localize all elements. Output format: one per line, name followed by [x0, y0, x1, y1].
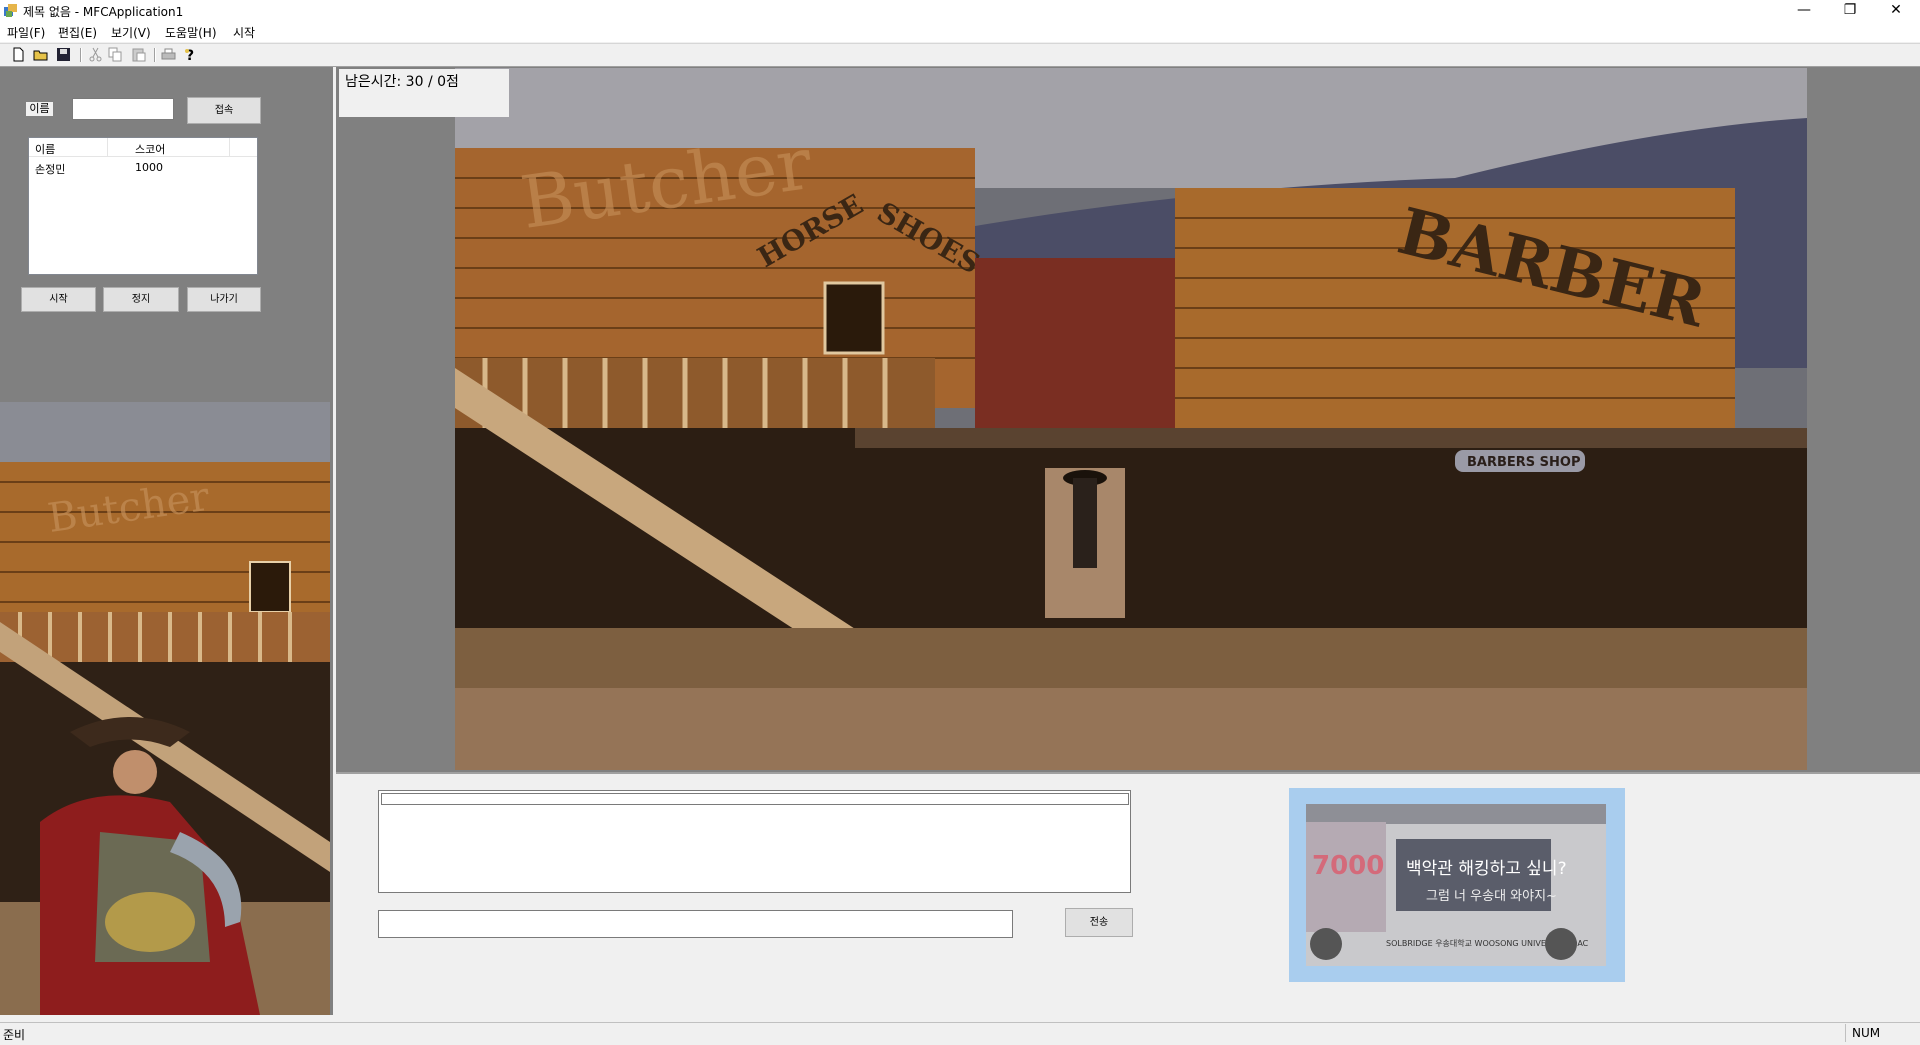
num-indicator-text: NUM — [1852, 1026, 1881, 1040]
menu-file[interactable]: 파일(F) — [7, 24, 45, 41]
save-icon[interactable] — [56, 47, 71, 62]
stop-button[interactable]: 정지 — [103, 287, 179, 312]
ad-image: 7000 백악관 해킹하고 싶니? 그럼 너 우송대 와야지~ SOLBRIDG… — [1306, 804, 1606, 966]
close-button[interactable]: ✕ — [1873, 0, 1919, 22]
copy-icon[interactable] — [108, 47, 123, 62]
timer-text: 남은시간: 30 / 0점 — [345, 74, 459, 90]
chat-log-line — [381, 793, 1129, 805]
window-title: 제목 없음 - MFCApplication1 — [23, 5, 184, 19]
game-scene[interactable]: Butcher HORSE SHOES BARBER BARBERS SHOP — [455, 68, 1807, 770]
menu-help[interactable]: 도움말(H) — [165, 24, 217, 41]
paste-icon[interactable] — [131, 47, 146, 62]
ad-subline: 그럼 너 우송대 와야지~ — [1426, 889, 1557, 904]
toolbar: ? — [0, 43, 1920, 67]
column-divider — [107, 138, 108, 156]
chat-input[interactable] — [378, 910, 1013, 938]
name-label: 이름 — [26, 102, 53, 116]
bus-number: 7000 — [1312, 851, 1384, 881]
app-icon — [4, 4, 17, 17]
status-text: 준비 — [3, 1028, 26, 1042]
score-list[interactable]: 이름 스코어 손정민 1000 — [28, 137, 258, 275]
score-row-score: 1000 — [135, 161, 163, 174]
column-header-name[interactable]: 이름 — [35, 141, 55, 157]
toolbar-separator — [80, 48, 82, 62]
send-button[interactable]: 전송 — [1065, 908, 1133, 937]
status-bar: 준비 NUM — [0, 1022, 1920, 1045]
timer-panel: 남은시간: 30 / 0점 — [339, 69, 509, 117]
maximize-button[interactable]: ❐ — [1827, 0, 1873, 22]
cut-icon[interactable] — [88, 47, 103, 62]
minimize-button[interactable]: — — [1781, 0, 1827, 22]
menu-bar: 파일(F) 편집(E) 보기(V) 도움말(H) 시작 — [0, 22, 1920, 42]
num-lock-indicator: NUM — [1845, 1024, 1918, 1042]
exit-button[interactable]: 나가기 — [187, 287, 261, 312]
barbers-shop-sign: BARBERS SHOP — [1467, 455, 1581, 470]
western-town-image[interactable]: Butcher HORSE SHOES BARBER BARBERS SHOP — [455, 68, 1807, 770]
column-divider — [229, 138, 230, 156]
character-preview: Butcher — [0, 402, 333, 1015]
name-input[interactable] — [72, 98, 174, 120]
menu-start[interactable]: 시작 — [233, 24, 255, 41]
help-icon[interactable]: ? — [183, 47, 198, 62]
menu-view[interactable]: 보기(V) — [111, 24, 151, 41]
score-row-name: 손정민 — [35, 163, 66, 176]
title-bar: 제목 없음 - MFCApplication1 — ❐ ✕ — [0, 0, 1920, 22]
column-header-score[interactable]: 스코어 — [135, 141, 165, 157]
new-file-icon[interactable] — [11, 47, 26, 62]
score-list-header: 이름 스코어 — [29, 138, 257, 157]
character-scene-image: Butcher — [0, 402, 330, 1015]
start-button[interactable]: 시작 — [21, 287, 96, 312]
print-icon[interactable] — [161, 47, 176, 62]
connect-button[interactable]: 접속 — [187, 97, 261, 124]
ad-headline: 백악관 해킹하고 싶니? — [1406, 859, 1567, 879]
table-row[interactable]: 손정민 1000 — [29, 161, 257, 177]
toolbar-separator — [154, 48, 156, 62]
menu-edit[interactable]: 편집(E) — [58, 24, 97, 41]
chat-log[interactable] — [378, 790, 1131, 893]
open-folder-icon[interactable] — [33, 47, 48, 62]
